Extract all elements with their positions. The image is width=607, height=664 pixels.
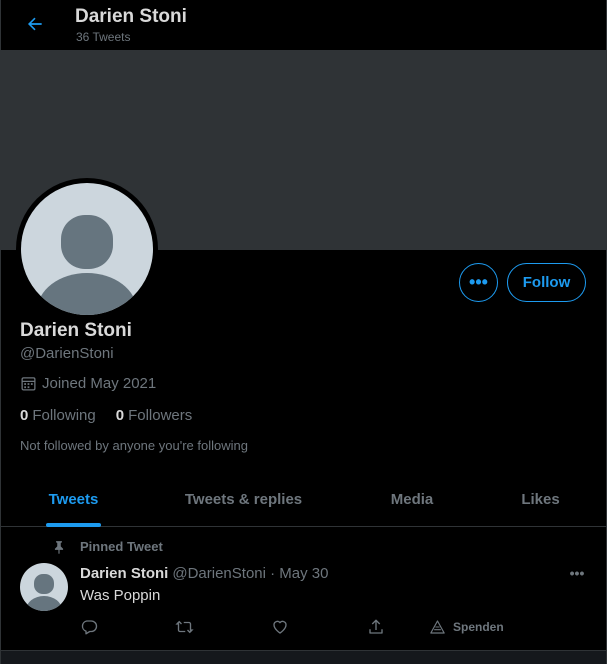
- back-button[interactable]: [19, 8, 51, 40]
- tweet-text: Was Poppin: [80, 587, 161, 604]
- more-options-button[interactable]: •••: [459, 263, 498, 302]
- retweet-icon: [175, 620, 194, 634]
- tab-media[interactable]: Media: [341, 472, 483, 526]
- following-link[interactable]: 0 Following: [20, 407, 96, 424]
- tweet-author-avatar[interactable]: [20, 563, 68, 611]
- joined-text: Joined May 2021: [42, 375, 157, 392]
- followers-count: 0: [115, 407, 125, 424]
- user-handle: @DarienStoni: [20, 345, 114, 362]
- following-count: 0: [20, 407, 29, 424]
- header-title: Darien Stoni: [75, 6, 187, 27]
- profile-page: Darien Stoni 36 Tweets ••• Follow Darien…: [0, 0, 607, 664]
- joined-date: Joined May 2021: [20, 375, 156, 392]
- more-dots-icon: •••: [469, 272, 488, 292]
- calendar-icon: [21, 377, 36, 391]
- display-name: Darien Stoni: [20, 320, 132, 341]
- more-dots-icon: •••: [569, 565, 585, 581]
- not-followed-note: Not followed by anyone you're following: [20, 438, 248, 453]
- reply-icon: [81, 620, 98, 635]
- default-avatar-icon: [37, 215, 137, 315]
- arrow-left-icon: [27, 17, 42, 31]
- donate-button[interactable]: Spenden: [429, 617, 504, 637]
- followers-label: Followers: [128, 407, 193, 424]
- pin-icon: [54, 540, 64, 554]
- like-button[interactable]: [271, 617, 289, 637]
- tweet-more-button[interactable]: •••: [566, 562, 588, 584]
- tweet-author-meta[interactable]: @DarienStoni · May 30: [172, 565, 328, 582]
- donate-triangle-icon: [430, 620, 445, 634]
- tab-likes[interactable]: Likes: [483, 472, 598, 526]
- profile-tabs: Tweets Tweets & replies Media Likes: [1, 472, 606, 527]
- donate-label: Spenden: [453, 620, 504, 634]
- follow-button[interactable]: Follow: [507, 263, 586, 302]
- tweet-count: 36 Tweets: [76, 30, 131, 44]
- followers-link[interactable]: 0 Followers: [116, 407, 193, 424]
- follow-stats: 0 Following 0 Followers: [20, 407, 212, 424]
- heart-icon: [273, 620, 287, 634]
- follow-button-label: Follow: [522, 274, 571, 291]
- active-tab-indicator: [46, 523, 101, 527]
- tweet-header: Darien Stoni @DarienStoni · May 30: [80, 565, 328, 582]
- retweet-button[interactable]: [175, 617, 194, 637]
- pinned-tweet-label: Pinned Tweet: [52, 539, 163, 554]
- profile-header: Darien Stoni 36 Tweets: [1, 0, 606, 50]
- default-avatar-icon: [26, 574, 62, 611]
- profile-avatar[interactable]: [16, 178, 158, 320]
- tab-tweets[interactable]: Tweets: [1, 472, 146, 526]
- tab-tweets-replies[interactable]: Tweets & replies: [146, 472, 341, 526]
- reply-button[interactable]: [80, 617, 98, 637]
- tweet-author-name[interactable]: Darien Stoni: [80, 565, 168, 582]
- next-item-edge: [1, 650, 606, 664]
- share-icon: [369, 619, 383, 634]
- pinned-text: Pinned Tweet: [80, 539, 163, 554]
- share-button[interactable]: [367, 617, 385, 637]
- following-label: Following: [32, 407, 96, 424]
